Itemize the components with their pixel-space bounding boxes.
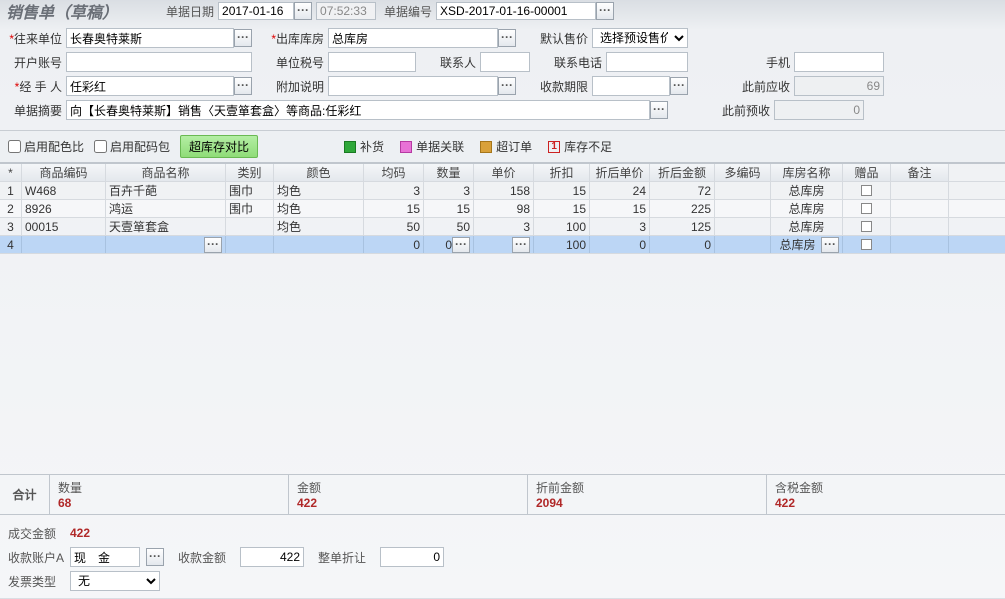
summary-lookup-button[interactable]: ···	[650, 101, 668, 119]
duedate-input[interactable]	[592, 76, 670, 96]
taxno-input[interactable]	[328, 52, 416, 72]
col-gift: 赠品	[843, 164, 891, 181]
contact-label: 联系人	[432, 54, 476, 71]
defprice-select[interactable]: 选择预设售价	[592, 28, 688, 48]
summary-label: 单据摘要	[6, 102, 62, 119]
cell-lookup-button[interactable]: ···	[821, 237, 839, 253]
prevprepay-display	[774, 100, 864, 120]
summary-input[interactable]	[66, 100, 650, 120]
warehouse-lookup-button[interactable]: ···	[498, 29, 516, 47]
customer-input[interactable]	[66, 28, 234, 48]
note-lookup-button[interactable]: ···	[498, 77, 516, 95]
contact-input[interactable]	[480, 52, 530, 72]
phone-input[interactable]	[606, 52, 688, 72]
prevrecv-display	[794, 76, 884, 96]
mobile-label: 手机	[734, 54, 790, 71]
table-row[interactable]: 300015天壹箪套盒均色505031003125总库房	[0, 218, 1005, 236]
note-label: 附加说明	[268, 78, 324, 95]
bankacct-label: 开户账号	[6, 54, 62, 71]
items-grid[interactable]: * 商品编码 商品名称 类别 颜色 均码 数量 单价 折扣 折后单价 折后金额 …	[0, 163, 1005, 254]
totals-label: 合计	[0, 475, 50, 514]
total-prediscount: 2094	[536, 496, 758, 510]
wholedisc-label: 整单折让	[318, 549, 374, 566]
col-price: 单价	[474, 164, 534, 181]
col-size: 均码	[364, 164, 424, 181]
col-code: 商品编码	[22, 164, 106, 181]
grid-header-row: * 商品编码 商品名称 类别 颜色 均码 数量 单价 折扣 折后单价 折后金额 …	[0, 164, 1005, 182]
defprice-label: 默认售价	[532, 30, 588, 47]
overstock-compare-button[interactable]: 超库存对比	[180, 135, 258, 158]
customer-label: 往来单位	[6, 30, 62, 47]
duedate-label: 收款期限	[532, 78, 588, 95]
acctA-lookup-button[interactable]: ···	[146, 548, 164, 566]
bankacct-input[interactable]	[66, 52, 252, 72]
col-damt: 折后金额	[650, 164, 715, 181]
taxno-label: 单位税号	[268, 54, 324, 71]
deal-amount-label: 成交金额	[8, 525, 64, 542]
acctA-input[interactable]	[70, 547, 140, 567]
warehouse-input[interactable]	[328, 28, 498, 48]
col-name: 商品名称	[106, 164, 226, 181]
docno-input[interactable]	[436, 2, 596, 20]
handler-label: 经 手 人	[6, 78, 62, 95]
col-mcode: 多编码	[715, 164, 771, 181]
col-disc: 折扣	[534, 164, 590, 181]
date-label: 单据日期	[166, 3, 214, 20]
prevprepay-label: 此前预收	[714, 102, 770, 119]
mobile-input[interactable]	[794, 52, 884, 72]
legend-shortage: 1库存不足	[548, 138, 612, 155]
wholedisc-input[interactable]	[380, 547, 444, 567]
col-idx: *	[0, 164, 22, 181]
codepack-checkbox[interactable]: 启用配码包	[94, 138, 170, 155]
acctA-label: 收款账户A	[8, 549, 64, 566]
col-cat: 类别	[226, 164, 274, 181]
recv-amount-label: 收款金额	[178, 549, 234, 566]
warehouse-label: 出库库房	[268, 30, 324, 47]
col-wh: 库房名称	[771, 164, 843, 181]
col-qty: 数量	[424, 164, 474, 181]
legend-restock: 补货	[344, 138, 384, 155]
handler-lookup-button[interactable]: ···	[234, 77, 252, 95]
table-row[interactable]: 4···00······10000总库房···	[0, 236, 1005, 254]
table-row[interactable]: 28926鸿运围巾均色1515981515225总库房	[0, 200, 1005, 218]
table-row[interactable]: 1W468百卉千葩围巾均色33158152472总库房	[0, 182, 1005, 200]
cell-lookup-button[interactable]: ···	[204, 237, 222, 253]
cell-lookup-button[interactable]: ···	[512, 237, 530, 253]
cell-lookup-button[interactable]: ···	[452, 237, 470, 253]
recv-amount-input[interactable]	[240, 547, 304, 567]
invoice-label: 发票类型	[8, 573, 64, 590]
docno-label: 单据编号	[384, 3, 432, 20]
legend-linked: 单据关联	[400, 138, 464, 155]
duedate-picker-button[interactable]: ···	[670, 77, 688, 95]
col-dprice: 折后单价	[590, 164, 650, 181]
handler-input[interactable]	[66, 76, 234, 96]
totals-bar: 合计 数量68 金额422 折前金额2094 含税金额422	[0, 474, 1005, 515]
col-remark: 备注	[891, 164, 949, 181]
deal-amount-value: 422	[70, 526, 90, 540]
date-picker-button[interactable]: ···	[294, 2, 312, 20]
docno-lookup-button[interactable]: ···	[596, 2, 614, 20]
legend-overorder: 超订单	[480, 138, 532, 155]
time-display	[316, 2, 376, 20]
colorratio-checkbox[interactable]: 启用配色比	[8, 138, 84, 155]
customer-lookup-button[interactable]: ···	[234, 29, 252, 47]
phone-label: 联系电话	[546, 54, 602, 71]
total-taxincl: 422	[775, 496, 997, 510]
note-input[interactable]	[328, 76, 498, 96]
prevrecv-label: 此前应收	[734, 78, 790, 95]
date-input[interactable]	[218, 2, 294, 20]
total-amount: 422	[297, 496, 519, 510]
page-title: 销售单（草稿）	[6, 0, 118, 23]
total-qty: 68	[58, 496, 280, 510]
col-color: 颜色	[274, 164, 364, 181]
invoice-select[interactable]: 无	[70, 571, 160, 591]
